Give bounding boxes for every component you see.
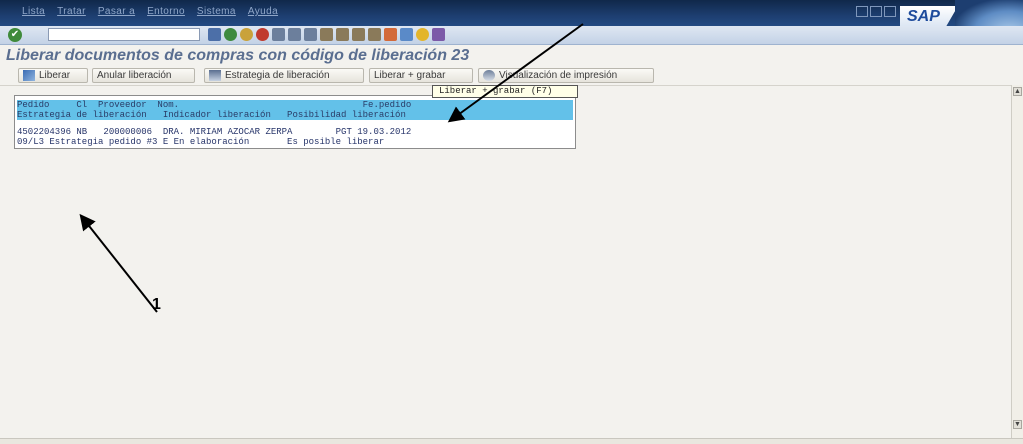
annotation-overlay (79, 23, 584, 313)
sap-window: Lista Tratar Pasar a Entorno Sistema Ayu… (0, 0, 1023, 444)
annotation-arrow-to-list (447, 23, 584, 123)
annotation-number: 1 (152, 296, 161, 313)
annotation-arrow-1 (79, 213, 158, 313)
